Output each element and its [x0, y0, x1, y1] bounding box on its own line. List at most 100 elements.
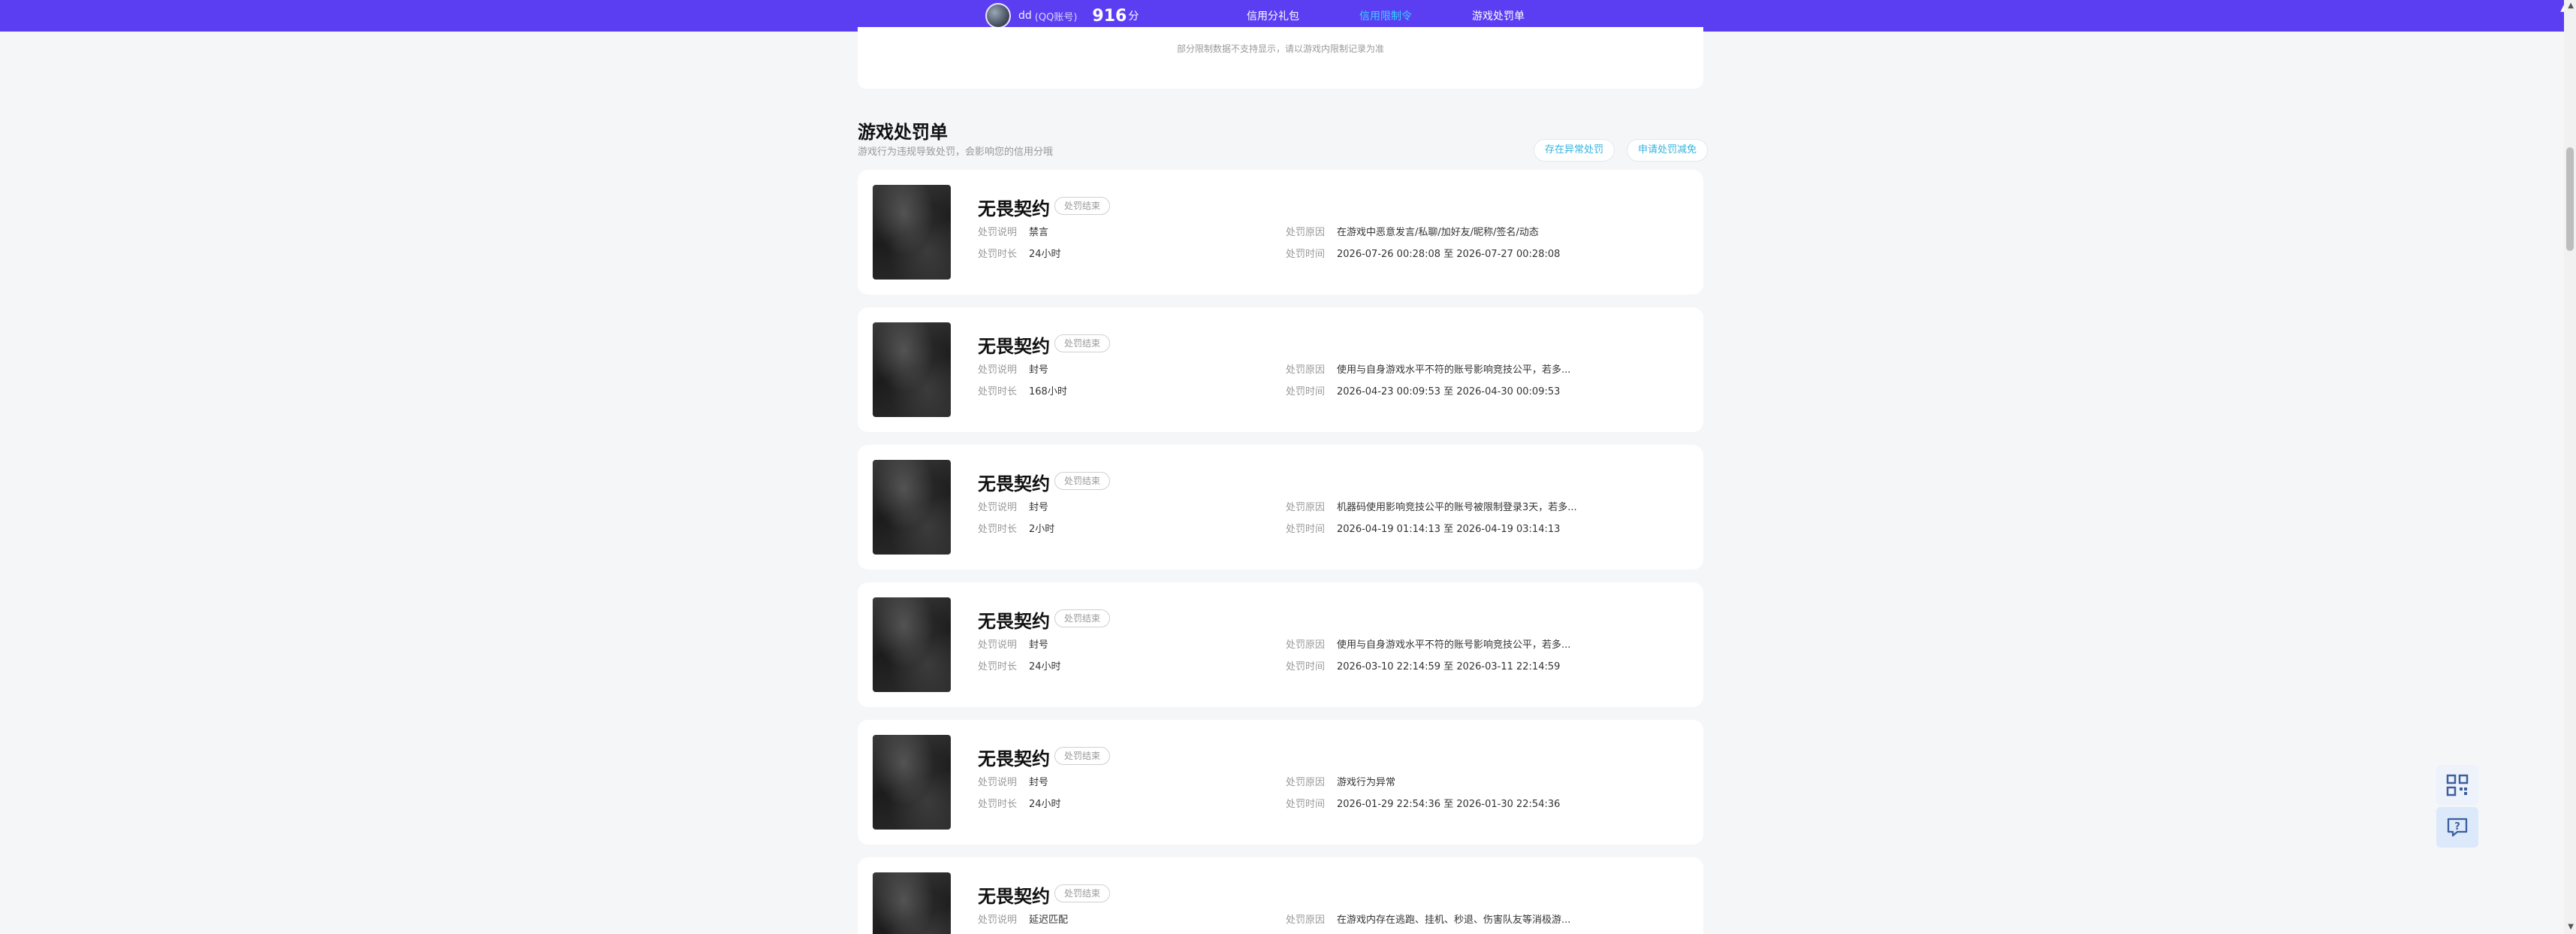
explain-label: 处罚说明: [978, 502, 1018, 513]
reason-value: 游戏行为异常: [1337, 777, 1396, 788]
duration-value: 24小时: [1029, 799, 1061, 810]
penalty-explain-row: 处罚说明 延迟匹配: [978, 911, 1068, 926]
duration-label: 处罚时长: [978, 386, 1018, 397]
penalty-explain-row: 处罚说明 封号: [978, 774, 1048, 788]
duration-value: 24小时: [1029, 249, 1061, 260]
penalty-card[interactable]: 无畏契约 处罚结束 处罚说明 封号 处罚时长 24小时 处罚原因 游戏行为异常 处罚时…: [858, 720, 1703, 845]
penalty-explain-row: 处罚说明 封号: [978, 361, 1048, 376]
game-thumbnail: [873, 872, 951, 934]
game-name: 无畏契约: [978, 611, 1050, 632]
duration-label: 处罚时长: [978, 799, 1018, 810]
game-name: 无畏契约: [978, 198, 1050, 219]
explain-value: 延迟匹配: [1029, 914, 1069, 926]
penalty-explain-row: 处罚说明 禁言: [978, 224, 1048, 238]
feedback-button[interactable]: ?: [2436, 807, 2478, 848]
explain-value: 封号: [1029, 777, 1049, 788]
penalty-card[interactable]: 无畏契约 处罚结束 处罚说明 禁言 处罚时长 24小时 处罚原因 在游戏中恶意发言/私…: [858, 170, 1703, 295]
reason-label: 处罚原因: [1286, 502, 1326, 513]
penalty-duration-row: 处罚时长 24小时: [978, 246, 1061, 260]
game-thumbnail: [873, 185, 951, 280]
reason-value: 使用与自身游戏水平不符的账号影响竞技公平，若多...: [1337, 364, 1571, 376]
time-value: 2026-04-23 00:09:53 至 2026-04-30 00:09:5…: [1337, 386, 1561, 397]
penalty-time-row: 处罚时间 2026-01-29 22:54:36 至 2026-01-30 22:…: [1286, 796, 1560, 810]
penalty-card[interactable]: 无畏契约 处罚结束 处罚说明 封号 处罚时长 24小时 处罚原因 使用与自身游戏水平不…: [858, 582, 1703, 707]
status-badge: 处罚结束: [1054, 609, 1111, 627]
penalty-time-row: 处罚时间 2026-04-19 01:14:13 至 2026-04-19 03:…: [1286, 521, 1560, 535]
game-thumbnail: [873, 597, 951, 692]
explain-label: 处罚说明: [978, 227, 1018, 238]
penalty-reason-row: 处罚原因 游戏行为异常: [1286, 774, 1395, 788]
status-badge: 处罚结束: [1054, 472, 1111, 490]
game-name: 无畏契约: [978, 886, 1050, 907]
time-value: 2026-03-10 22:14:59 至 2026-03-11 22:14:5…: [1337, 661, 1561, 673]
account-type: (QQ账号): [1034, 11, 1078, 23]
penalty-time-row: 处罚时间 2026-03-10 22:14:59 至 2026-03-11 22:…: [1286, 658, 1560, 673]
penalty-duration-row: 处罚时长 2小时: [978, 521, 1054, 535]
penalty-reason-row: 处罚原因 在游戏中恶意发言/私聊/加好友/昵称/签名/动态: [1286, 224, 1539, 238]
penalty-reason-row: 处罚原因 机器码使用影响竞技公平的账号被限制登录3天，若多...: [1286, 499, 1577, 513]
time-label: 处罚时间: [1286, 799, 1326, 810]
tab-game-penalty[interactable]: 游戏处罚单: [1472, 8, 1525, 23]
scrollbar[interactable]: ▲ ▼: [2564, 0, 2576, 934]
qr-code-icon: [2446, 774, 2469, 796]
apply-reduction-button[interactable]: 申请处罚减免: [1627, 139, 1709, 162]
penalty-time-row: 处罚时间 2026-07-26 00:28:08 至 2026-07-27 00:…: [1286, 246, 1560, 260]
scroll-up-icon[interactable]: ▲: [2568, 2, 2574, 10]
penalty-reason-row: 处罚原因 使用与自身游戏水平不符的账号影响竞技公平，若多...: [1286, 636, 1570, 651]
duration-value: 2小时: [1029, 524, 1055, 535]
svg-text:?: ?: [2454, 821, 2460, 833]
tab-credit-restriction[interactable]: 信用限制令: [1359, 8, 1412, 32]
question-chat-icon: ?: [2447, 818, 2468, 837]
penalty-card[interactable]: 无畏契约 处罚结束 处罚说明 封号 处罚时长 168小时 处罚原因 使用与自身游戏水平…: [858, 307, 1703, 432]
status-badge: 处罚结束: [1054, 884, 1111, 902]
time-label: 处罚时间: [1286, 386, 1326, 397]
time-value: 2026-07-26 00:28:08 至 2026-07-27 00:28:0…: [1337, 249, 1561, 260]
penalty-explain-row: 处罚说明 封号: [978, 636, 1048, 651]
time-label: 处罚时间: [1286, 661, 1326, 673]
duration-label: 处罚时长: [978, 661, 1018, 673]
game-thumbnail: [873, 735, 951, 830]
penalty-card[interactable]: 无畏契约 处罚结束 处罚说明 封号 处罚时长 2小时 处罚原因 机器码使用影响竞技公平…: [858, 445, 1703, 570]
penalty-duration-row: 处罚时长 24小时: [978, 658, 1061, 673]
status-badge: 处罚结束: [1054, 334, 1111, 352]
duration-value: 24小时: [1029, 661, 1061, 673]
duration-label: 处罚时长: [978, 524, 1018, 535]
reason-label: 处罚原因: [1286, 639, 1326, 651]
status-badge: 处罚结束: [1054, 747, 1111, 765]
explain-label: 处罚说明: [978, 364, 1018, 376]
reason-label: 处罚原因: [1286, 914, 1326, 926]
penalty-card[interactable]: 无畏契约 处罚结束 处罚说明 延迟匹配 处罚原因 在游戏内存在逃跑、挂机、秒退、伤害…: [858, 857, 1703, 934]
reason-label: 处罚原因: [1286, 227, 1326, 238]
duration-value: 168小时: [1029, 386, 1067, 397]
user-name: dd: [1018, 10, 1032, 22]
qr-code-button[interactable]: [2436, 765, 2478, 806]
time-label: 处罚时间: [1286, 524, 1326, 535]
status-badge: 处罚结束: [1054, 197, 1111, 215]
section-subtitle: 游戏行为违规导致处罚，会影响您的信用分哦: [858, 147, 1054, 158]
explain-label: 处罚说明: [978, 639, 1018, 651]
scroll-thumb[interactable]: [2566, 147, 2574, 251]
penalty-duration-row: 处罚时长 168小时: [978, 383, 1067, 397]
reason-value: 在游戏内存在逃跑、挂机、秒退、伤害队友等消极游...: [1337, 914, 1571, 926]
penalty-reason-row: 处罚原因 使用与自身游戏水平不符的账号影响竞技公平，若多...: [1286, 361, 1570, 376]
scroll-down-icon[interactable]: ▼: [2568, 923, 2574, 931]
game-thumbnail: [873, 322, 951, 417]
penalty-explain-row: 处罚说明 封号: [978, 499, 1048, 513]
game-name: 无畏契约: [978, 473, 1050, 494]
credit-score-unit: 分: [1128, 11, 1139, 23]
explain-label: 处罚说明: [978, 914, 1018, 926]
explain-value: 封号: [1029, 639, 1049, 651]
time-value: 2026-04-19 01:14:13 至 2026-04-19 03:14:1…: [1337, 524, 1561, 535]
penalty-duration-row: 处罚时长 24小时: [978, 796, 1061, 810]
reason-value: 在游戏中恶意发言/私聊/加好友/昵称/签名/动态: [1337, 227, 1539, 238]
restriction-note: 部分限制数据不支持显示，请以游戏内限制记录为准: [1176, 44, 1384, 54]
time-label: 处罚时间: [1286, 249, 1326, 260]
section-title: 游戏处罚单: [858, 122, 948, 143]
tab-credit-gift[interactable]: 信用分礼包: [1247, 8, 1299, 23]
explain-label: 处罚说明: [978, 777, 1018, 788]
reason-label: 处罚原因: [1286, 777, 1326, 788]
time-value: 2026-01-29 22:54:36 至 2026-01-30 22:54:3…: [1337, 799, 1561, 810]
explain-value: 禁言: [1029, 227, 1049, 238]
avatar[interactable]: [985, 3, 1011, 29]
abnormal-penalty-button[interactable]: 存在异常处罚: [1534, 139, 1615, 162]
